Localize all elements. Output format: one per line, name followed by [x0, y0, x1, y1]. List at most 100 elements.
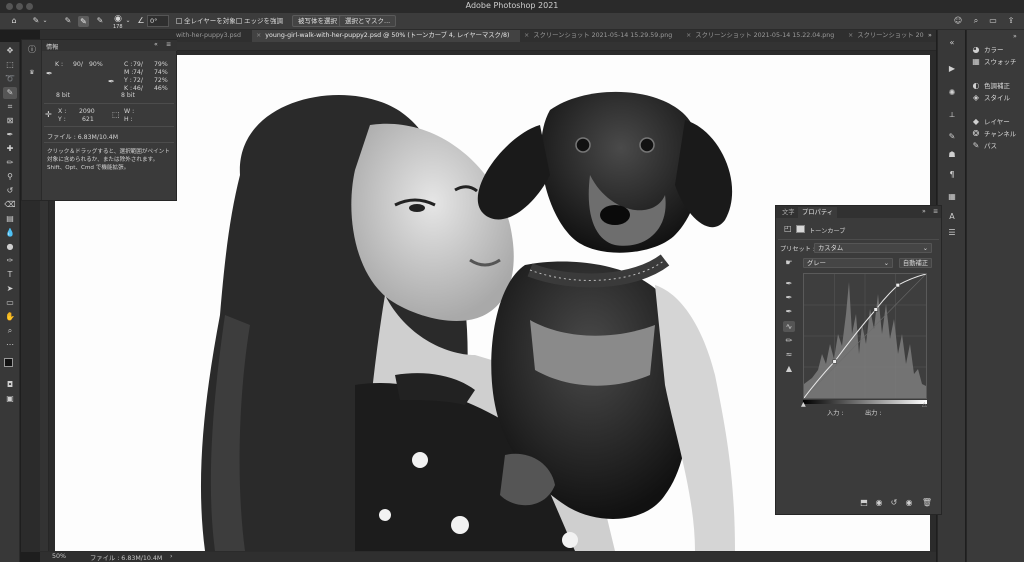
close-icon[interactable]: ×	[848, 32, 853, 39]
screen-mode-icon[interactable]: ▣	[3, 393, 17, 405]
enhance-edge-checkbox[interactable]: エッジを強調	[236, 15, 283, 27]
swatch-icon[interactable]: ▦	[946, 192, 958, 202]
clipping-warning-icon[interactable]: ▲	[783, 363, 795, 374]
curve-point[interactable]	[832, 359, 837, 364]
type-tool-icon[interactable]: T	[3, 269, 17, 281]
add-to-selection-icon[interactable]: ✎	[78, 16, 89, 27]
dock-item-swatches[interactable]: ▦ スウォッチ	[971, 56, 1024, 68]
dock-item-adjustments[interactable]: ◐ 色調補正	[971, 80, 1024, 92]
select-and-mask-button[interactable]: 選択とマスク...	[339, 15, 397, 27]
preset-select[interactable]: カスタム ⌄	[814, 243, 932, 253]
new-selection-icon[interactable]: ✎	[62, 16, 74, 26]
dock-item-paths[interactable]: ✎ パス	[971, 140, 1024, 152]
play-icon[interactable]: ▶	[946, 64, 958, 74]
tab-properties[interactable]: プロパティ	[798, 207, 838, 218]
zoom-level[interactable]: 50%	[52, 553, 66, 560]
adjustment-icon[interactable]: ♛	[26, 68, 38, 78]
black-slider-icon[interactable]: ▲	[801, 401, 806, 408]
light-icon[interactable]: ✺	[946, 88, 958, 98]
home-icon[interactable]: ⌂	[8, 16, 20, 26]
black-point-eyedropper-icon[interactable]: ✒	[783, 278, 795, 289]
layer-mask-icon[interactable]	[796, 225, 805, 233]
dodge-tool-icon[interactable]: ●	[3, 241, 17, 253]
panel-menu-icon[interactable]: ≡	[166, 41, 171, 48]
zoom-tool-icon[interactable]: ⌕	[3, 325, 17, 337]
smooth-curve-icon[interactable]: ≈	[783, 349, 795, 360]
curve-point[interactable]	[895, 283, 900, 288]
close-icon[interactable]: ×	[686, 32, 691, 39]
white-slider-icon[interactable]: △	[922, 401, 927, 408]
view-previous-icon[interactable]: ◉	[873, 498, 885, 508]
user-icon[interactable]: ☺	[953, 16, 963, 26]
blur-tool-icon[interactable]: 💧	[3, 227, 17, 239]
visibility-eye-icon[interactable]: ◉	[903, 498, 915, 508]
curves-graph[interactable]	[803, 273, 927, 399]
gradient-tool-icon[interactable]: ▤	[3, 213, 17, 225]
curve-point[interactable]	[873, 307, 878, 312]
angle-input[interactable]: 0°	[147, 15, 169, 27]
more-tools-icon[interactable]: ⋯	[3, 339, 17, 351]
reset-icon[interactable]: ↺	[888, 498, 900, 508]
dock-item-channels[interactable]: ❂ チャンネル	[971, 128, 1024, 140]
history-brush-tool-icon[interactable]: ↺	[3, 185, 17, 197]
collapse-icon[interactable]: «	[154, 41, 158, 48]
more-tabs-icon[interactable]: »	[928, 30, 936, 42]
brush-tool-icon[interactable]: ✏	[3, 157, 17, 169]
eyedropper-tool-icon[interactable]: ✒	[3, 129, 17, 141]
subtract-selection-icon[interactable]: ✎	[94, 16, 106, 26]
expand-icon[interactable]: »	[922, 208, 926, 215]
frame-tool-icon[interactable]: ⊠	[3, 115, 17, 127]
status-menu-chevron-icon[interactable]: ›	[170, 553, 173, 560]
brush-settings-icon[interactable]: ✎	[946, 132, 958, 142]
tab-document-active[interactable]: × young-girl-walk-with-her-puppy2.psd @ 5…	[252, 30, 520, 42]
on-image-adjust-icon[interactable]: ☛	[783, 257, 795, 268]
pencil-curve-icon[interactable]: ✏	[783, 335, 795, 346]
quick-mask-icon[interactable]: ◘	[3, 379, 17, 391]
eraser-tool-icon[interactable]: ⌫	[3, 199, 17, 211]
move-tool-icon[interactable]: ✥	[3, 45, 17, 57]
collapse-icon[interactable]: «	[946, 38, 958, 48]
auto-button[interactable]: 自動補正	[899, 258, 932, 268]
crop-tool-icon[interactable]: ⌗	[3, 101, 17, 113]
dock-item-styles[interactable]: ◈ スタイル	[971, 92, 1024, 104]
white-point-eyedropper-icon[interactable]: ✒	[783, 306, 795, 317]
properties-icon[interactable]: ☰	[946, 228, 958, 238]
tab-document-3[interactable]: × スクリーンショット 2021-05-14 15.29.59.png	[520, 30, 680, 42]
character-icon[interactable]: A	[946, 212, 958, 222]
close-icon[interactable]: ×	[524, 32, 529, 39]
tab-document-5[interactable]: × スクリーンショット 20	[844, 30, 930, 42]
clone-stamp-tool-icon[interactable]: ⚲	[3, 171, 17, 183]
info-icon[interactable]: ⓘ	[26, 45, 38, 55]
people-icon[interactable]: ☗	[946, 150, 958, 160]
quick-selection-tool-icon[interactable]: ✎	[3, 87, 17, 99]
pen-tool-icon[interactable]: ✑	[3, 255, 17, 267]
trash-icon[interactable]: 🗑	[921, 498, 933, 508]
tab-character[interactable]: 文字	[778, 207, 799, 218]
dock-item-color[interactable]: ◕ カラー	[971, 44, 1024, 56]
gray-point-eyedropper-icon[interactable]: ✒	[783, 292, 795, 303]
healing-brush-tool-icon[interactable]: ✚	[3, 143, 17, 155]
panel-menu-icon[interactable]: ≡	[933, 208, 938, 215]
hand-tool-icon[interactable]: ✋	[3, 311, 17, 323]
rectangle-tool-icon[interactable]: ▭	[3, 297, 17, 309]
path-selection-tool-icon[interactable]: ➤	[3, 283, 17, 295]
chevron-down-icon[interactable]: ⌄	[125, 16, 131, 26]
workspace-icon[interactable]: ▭	[987, 16, 999, 26]
sample-all-layers-checkbox[interactable]: 全レイヤーを対象	[176, 15, 236, 27]
lasso-tool-icon[interactable]: ➰	[3, 73, 17, 85]
paragraph-icon[interactable]: ¶	[946, 170, 958, 180]
select-subject-button[interactable]: 被写体を選択	[292, 15, 343, 27]
share-icon[interactable]: ⇪	[1005, 16, 1017, 26]
collapse-icon[interactable]: »	[1013, 33, 1017, 40]
dock-item-layers[interactable]: ◆ レイヤー	[971, 116, 1024, 128]
foreground-color-swatch[interactable]	[4, 358, 13, 367]
search-icon[interactable]: ⌕	[971, 16, 981, 26]
marquee-tool-icon[interactable]: ⬚	[3, 59, 17, 71]
ruler-icon[interactable]: ⟂	[946, 110, 958, 120]
chevron-down-icon[interactable]: ⌄	[42, 16, 48, 26]
quick-selection-preset-icon[interactable]: ✎	[30, 16, 42, 26]
close-icon[interactable]: ×	[256, 32, 261, 39]
tab-document-4[interactable]: × スクリーンショット 2021-05-14 15.22.04.png	[682, 30, 842, 42]
channel-select[interactable]: グレー ⌄	[803, 258, 893, 268]
clip-to-layer-icon[interactable]: ⬒	[858, 498, 870, 508]
